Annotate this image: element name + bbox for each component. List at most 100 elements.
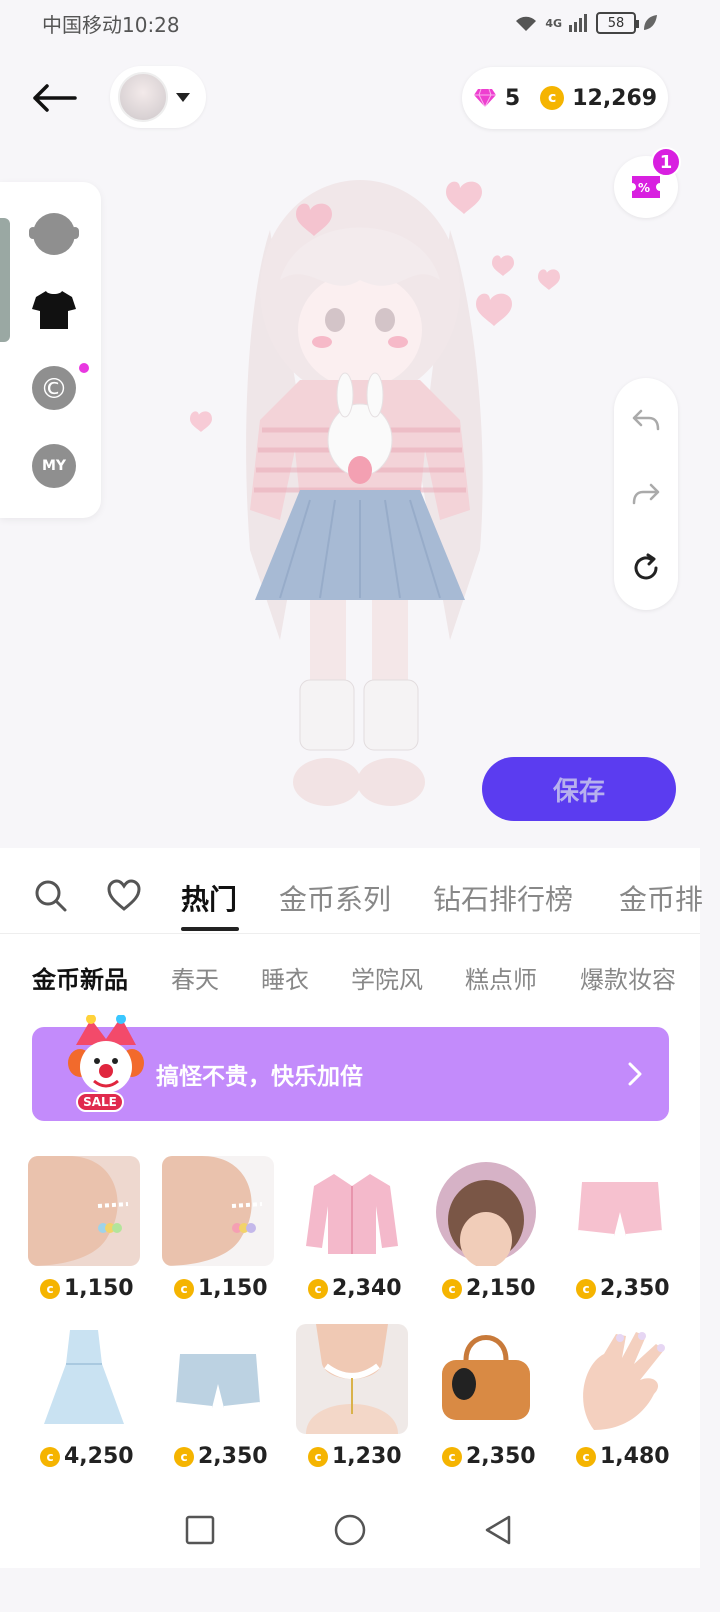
coin-icon: c <box>576 1278 596 1299</box>
item-price: c 2,340 <box>308 1276 402 1301</box>
save-button[interactable]: 保存 <box>482 757 676 821</box>
avatar-character <box>190 180 560 806</box>
item-card[interactable]: c 4,250 <box>28 1324 140 1474</box>
item-price: c 1,230 <box>308 1444 402 1469</box>
sub-tabs: 金币新品 春天 睡衣 学院风 糕点师 爆款妆容 <box>0 960 700 994</box>
item-card[interactable]: c 2,350 <box>430 1324 542 1474</box>
earring-thumbnail <box>162 1156 274 1266</box>
sale-badge: SALE <box>76 1092 124 1112</box>
item-price: c 1,480 <box>576 1444 670 1469</box>
currency-display[interactable]: 5 c 12,269 <box>462 67 668 129</box>
subtab-hot-makeup[interactable]: 爆款妆容 <box>580 960 676 995</box>
item-card[interactable]: c 2,340 <box>296 1156 408 1306</box>
diamond-count: 5 <box>504 85 521 111</box>
shorts-thumbnail <box>564 1156 676 1266</box>
redo-icon <box>632 483 660 505</box>
coin-icon: c <box>40 1446 60 1467</box>
reset-button[interactable] <box>626 548 666 588</box>
item-price: c 1,150 <box>174 1276 268 1301</box>
coin-icon: c <box>308 1278 328 1299</box>
bag-thumbnail <box>430 1324 542 1434</box>
wifi-icon <box>516 16 537 31</box>
category-head[interactable] <box>29 212 79 256</box>
tool-panel <box>614 378 678 610</box>
redo-button[interactable] <box>626 474 666 514</box>
subtab-spring[interactable]: 春天 <box>171 960 219 995</box>
category-active-indicator <box>0 218 10 342</box>
coupon-count-badge: 1 <box>651 147 681 177</box>
item-price: c 4,250 <box>40 1444 134 1469</box>
jacket-thumbnail <box>296 1156 408 1266</box>
notification-dot <box>79 363 89 373</box>
item-card[interactable]: c 1,150 <box>28 1156 140 1306</box>
battery-level: 58 <box>607 15 625 31</box>
dress-thumbnail <box>28 1324 140 1434</box>
system-nav-bar <box>0 1490 700 1568</box>
nails-thumbnail <box>564 1324 676 1434</box>
tab-active-indicator <box>181 927 239 931</box>
arrow-left-icon <box>33 84 77 112</box>
svg-text:%: % <box>638 181 650 195</box>
category-copyright[interactable]: © <box>32 366 76 410</box>
back-button[interactable] <box>28 76 80 120</box>
category-panel: © MY <box>0 182 101 518</box>
earring-thumbnail <box>28 1156 140 1266</box>
subtab-pajamas[interactable]: 睡衣 <box>261 960 309 995</box>
copyright-icon: © <box>32 366 76 410</box>
square-icon <box>185 1515 215 1545</box>
item-price: c 1,150 <box>40 1276 134 1301</box>
head-icon <box>29 213 79 255</box>
subtab-preppy[interactable]: 学院风 <box>351 960 423 995</box>
network-label: 4G <box>545 16 562 30</box>
coin-count: 12,269 <box>572 85 658 111</box>
item-price: c 2,350 <box>442 1444 536 1469</box>
undo-icon <box>632 409 660 431</box>
subtab-pastry-chef[interactable]: 糕点师 <box>465 960 537 995</box>
recents-button[interactable] <box>182 1512 218 1548</box>
category-my[interactable]: MY <box>32 444 76 488</box>
heart-icon[interactable] <box>106 878 142 914</box>
item-price: c 2,350 <box>576 1276 670 1301</box>
undo-button[interactable] <box>626 400 666 440</box>
coin-icon: c <box>442 1446 462 1467</box>
tab-hot[interactable]: 热门 <box>181 878 237 918</box>
chevron-right-icon <box>628 1062 642 1086</box>
avatar <box>118 72 168 122</box>
coin-icon: c <box>576 1446 596 1467</box>
shop-sheet: 热门 金币系列 钻石排行榜 金币排 金币新品 春天 睡衣 学院风 糕点师 爆款妆… <box>0 848 703 1568</box>
item-card[interactable]: c 1,230 <box>296 1324 408 1474</box>
coin-icon: c <box>540 86 565 110</box>
coupon-icon: % <box>632 176 660 198</box>
circle-icon <box>334 1514 366 1546</box>
item-card[interactable]: c 2,350 <box>162 1324 274 1474</box>
coin-icon: c <box>308 1446 328 1467</box>
bonnet-thumbnail <box>430 1156 542 1266</box>
item-price: c 2,350 <box>174 1444 268 1469</box>
item-card[interactable]: c 2,150 <box>430 1156 542 1306</box>
tab-coin-series[interactable]: 金币系列 <box>279 878 391 918</box>
diamond-icon <box>473 88 496 108</box>
item-card[interactable]: c 2,350 <box>564 1156 676 1306</box>
item-card[interactable]: c 1,150 <box>162 1156 274 1306</box>
promo-banner[interactable]: SALE 搞怪不贵，快乐加倍 <box>32 1015 669 1121</box>
coin-icon: c <box>174 1278 194 1299</box>
shirt-icon <box>32 291 76 329</box>
battery-icon: 58 <box>596 12 639 34</box>
coin-icon: c <box>40 1278 60 1299</box>
status-bar: 中国移动10:28 4G 58 <box>0 0 700 46</box>
home-button[interactable] <box>332 1512 368 1548</box>
necklace-thumbnail <box>296 1324 408 1434</box>
subtab-coin-new[interactable]: 金币新品 <box>32 960 128 995</box>
system-back-button[interactable] <box>480 1512 516 1548</box>
shorts-thumbnail <box>162 1324 274 1434</box>
triangle-back-icon <box>485 1515 511 1545</box>
coin-icon: c <box>442 1278 462 1299</box>
leaf-icon <box>644 15 657 30</box>
search-icon[interactable] <box>33 878 69 914</box>
item-card[interactable]: c 1,480 <box>564 1324 676 1474</box>
category-clothing[interactable] <box>32 288 76 332</box>
tab-coin-ranking[interactable]: 金币排 <box>619 878 703 918</box>
avatar-selector[interactable] <box>110 66 206 128</box>
coin-icon: c <box>174 1446 194 1467</box>
tab-diamond-ranking[interactable]: 钻石排行榜 <box>433 878 573 918</box>
